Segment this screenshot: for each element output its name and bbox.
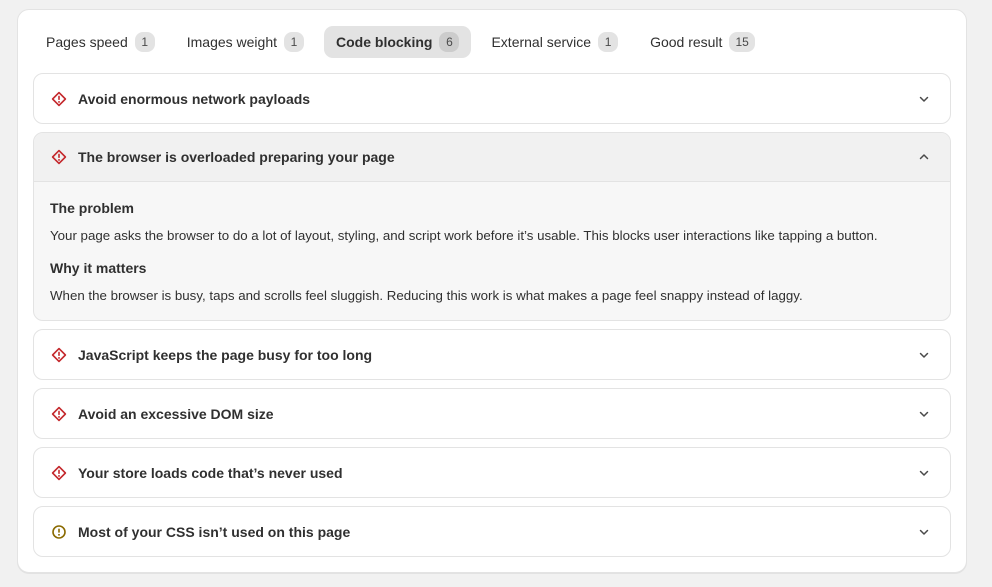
tab-pages-speed[interactable]: Pages speed 1 xyxy=(34,26,167,58)
diamond-exclamation-icon xyxy=(50,148,68,166)
problem-heading: The problem xyxy=(50,200,135,216)
why-it-matters-text: When the browser is busy, taps and scrol… xyxy=(50,288,803,303)
issue-title: Most of your CSS isn’t used on this page xyxy=(78,523,351,540)
issue-title: JavaScript keeps the page busy for too l… xyxy=(78,346,373,363)
issue-title: Avoid enormous network payloads xyxy=(78,90,311,107)
tab-label: Images weight xyxy=(186,34,278,50)
chevron-down-icon[interactable] xyxy=(916,91,932,107)
tab-count-badge: 15 xyxy=(729,32,755,52)
diamond-exclamation-icon xyxy=(50,405,68,423)
issue-item: Avoid enormous network payloads xyxy=(33,73,951,124)
chevron-up-icon[interactable] xyxy=(916,149,932,165)
chevron-down-icon[interactable] xyxy=(916,347,932,363)
issue-item: JavaScript keeps the page busy for too l… xyxy=(33,329,951,380)
issues-list: Avoid enormous network payloads The brow… xyxy=(33,73,951,565)
diagnostics-card: Pages speed 1 Images weight 1 Code block… xyxy=(17,9,967,573)
tab-count-badge: 1 xyxy=(598,32,619,52)
issue-header[interactable]: Avoid enormous network payloads xyxy=(34,74,950,123)
issue-title: The browser is overloaded preparing your… xyxy=(78,149,395,165)
issue-item: Avoid an excessive DOM size xyxy=(33,388,951,439)
issue-item: Your store loads code that’s never used xyxy=(33,447,951,498)
issue-header[interactable]: Avoid an excessive DOM size xyxy=(34,389,950,438)
issue-header[interactable]: Most of your CSS isn’t used on this page xyxy=(34,507,950,556)
chevron-down-icon[interactable] xyxy=(916,524,932,540)
diamond-exclamation-icon xyxy=(50,464,68,482)
why-it-matters-heading: Why it matters xyxy=(50,260,147,276)
issue-details: The problem Your page asks the browser t… xyxy=(34,182,950,320)
problem-text: Your page asks the browser to do a lot o… xyxy=(50,228,878,243)
issue-title: Avoid an excessive DOM size xyxy=(78,405,274,422)
tab-label: Pages speed xyxy=(46,34,128,50)
tab-label: External service xyxy=(491,34,592,50)
issue-item-expanded: The browser is overloaded preparing your… xyxy=(33,132,951,321)
issue-title: Your store loads code that’s never used xyxy=(78,464,343,481)
tab-code-blocking[interactable]: Code blocking 6 xyxy=(324,26,472,58)
circle-exclamation-icon xyxy=(50,523,68,541)
tab-external-service[interactable]: External service 1 xyxy=(479,26,630,58)
tab-good-result[interactable]: Good result 15 xyxy=(638,26,767,58)
issue-header[interactable]: Your store loads code that’s never used xyxy=(34,448,950,497)
chevron-down-icon[interactable] xyxy=(916,406,932,422)
tab-label: Code blocking xyxy=(336,34,433,50)
tab-count-badge: 6 xyxy=(439,32,460,52)
diamond-exclamation-icon xyxy=(50,346,68,364)
issue-header[interactable]: The browser is overloaded preparing your… xyxy=(34,133,950,182)
tab-images-weight[interactable]: Images weight 1 xyxy=(175,26,316,58)
chevron-down-icon[interactable] xyxy=(916,465,932,481)
issue-header[interactable]: JavaScript keeps the page busy for too l… xyxy=(34,330,950,379)
category-tabs: Pages speed 1 Images weight 1 Code block… xyxy=(34,25,767,59)
tab-label: Good result xyxy=(650,34,723,50)
issue-item: Most of your CSS isn’t used on this page xyxy=(33,506,951,557)
tab-count-badge: 1 xyxy=(134,32,155,52)
diamond-exclamation-icon xyxy=(50,90,68,108)
tab-count-badge: 1 xyxy=(284,32,305,52)
